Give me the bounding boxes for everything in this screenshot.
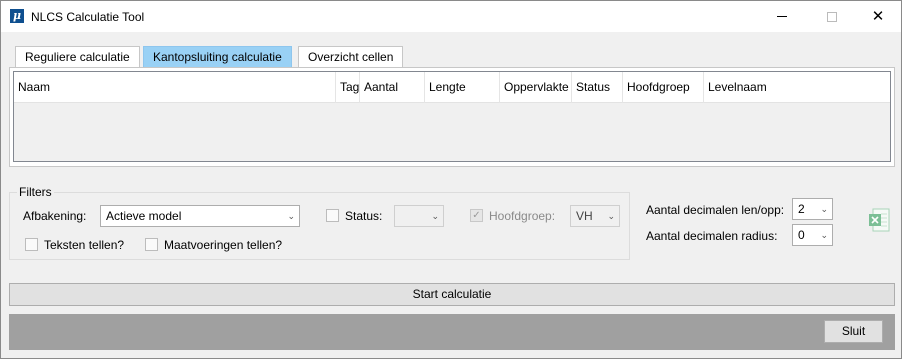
status-dropdown[interactable]: ⌄ — [394, 205, 444, 227]
hoofdgroep-dropdown[interactable]: VH ⌄ — [570, 205, 620, 227]
maximize-button[interactable] — [809, 1, 855, 32]
tab-reguliere-calculatie[interactable]: Reguliere calculatie — [15, 46, 140, 68]
afbakening-label: Afbakening: — [23, 209, 87, 223]
afbakening-value: Actieve model — [106, 209, 182, 223]
title-bar: μ NLCS Calculatie Tool ✕ — [1, 1, 901, 32]
hoofdgroep-value: VH — [576, 209, 593, 223]
minimize-icon — [777, 16, 787, 18]
close-icon: ✕ — [871, 8, 885, 25]
column-header-status[interactable]: Status — [572, 72, 623, 103]
tab-panel: Naam Tags Aantal Lengte Oppervlakte Stat… — [9, 67, 895, 167]
footer-bar: Sluit — [9, 314, 895, 350]
column-header-hoofdgroep[interactable]: Hoofdgroep — [623, 72, 704, 103]
decimalen-radius-label: Aantal decimalen radius: — [646, 229, 778, 243]
chevron-down-icon: ⌄ — [287, 211, 295, 221]
decimalen-radius-value: 0 — [798, 228, 805, 242]
status-label: Status: — [345, 209, 383, 223]
grid-header: Naam Tags Aantal Lengte Oppervlakte Stat… — [14, 72, 890, 103]
column-header-oppervlakte[interactable]: Oppervlakte — [500, 72, 572, 103]
chevron-down-icon: ⌄ — [607, 211, 615, 221]
teksten-tellen-label: Teksten tellen? — [44, 238, 125, 252]
tab-overzicht-cellen[interactable]: Overzicht cellen — [298, 46, 404, 68]
results-grid[interactable]: Naam Tags Aantal Lengte Oppervlakte Stat… — [13, 71, 891, 162]
sluit-button[interactable]: Sluit — [824, 320, 883, 343]
maatvoeringen-tellen-checkbox[interactable] — [145, 238, 158, 251]
tab-kantopsluiting-calculatie[interactable]: Kantopsluiting calculatie — [143, 46, 292, 68]
teksten-tellen-checkbox[interactable] — [25, 238, 38, 251]
afbakening-dropdown[interactable]: Actieve model ⌄ — [100, 205, 300, 227]
column-header-lengte[interactable]: Lengte — [425, 72, 500, 103]
start-calculatie-button[interactable]: Start calculatie — [9, 283, 895, 306]
excel-icon[interactable] — [867, 208, 891, 234]
chevron-down-icon: ⌄ — [431, 211, 439, 221]
column-header-naam[interactable]: Naam — [14, 72, 336, 103]
status-checkbox[interactable] — [326, 209, 339, 222]
maximize-icon — [827, 11, 837, 22]
chevron-down-icon: ⌄ — [820, 230, 828, 240]
check-icon: ✓ — [472, 210, 481, 221]
hoofdgroep-label: Hoofdgroep: — [489, 209, 556, 223]
chevron-down-icon: ⌄ — [820, 204, 828, 214]
window-title: NLCS Calculatie Tool — [31, 10, 145, 24]
decimalen-len-opp-dropdown[interactable]: 2 ⌄ — [792, 198, 833, 220]
decimalen-radius-dropdown[interactable]: 0 ⌄ — [792, 224, 833, 246]
minimize-button[interactable] — [759, 1, 805, 32]
decimalen-len-opp-value: 2 — [798, 202, 805, 216]
app-window: μ NLCS Calculatie Tool ✕ Reguliere calcu… — [0, 0, 902, 359]
column-header-aantal[interactable]: Aantal — [360, 72, 425, 103]
close-window-button[interactable]: ✕ — [855, 1, 901, 32]
decimalen-len-opp-label: Aantal decimalen len/opp: — [646, 203, 785, 217]
filters-legend: Filters — [17, 185, 54, 199]
maatvoeringen-tellen-label: Maatvoeringen tellen? — [164, 238, 283, 252]
hoofdgroep-checkbox[interactable]: ✓ — [470, 209, 483, 222]
column-header-tags[interactable]: Tags — [336, 72, 360, 103]
column-header-levelnaam[interactable]: Levelnaam — [704, 72, 890, 103]
app-logo-icon: μ — [10, 9, 24, 23]
